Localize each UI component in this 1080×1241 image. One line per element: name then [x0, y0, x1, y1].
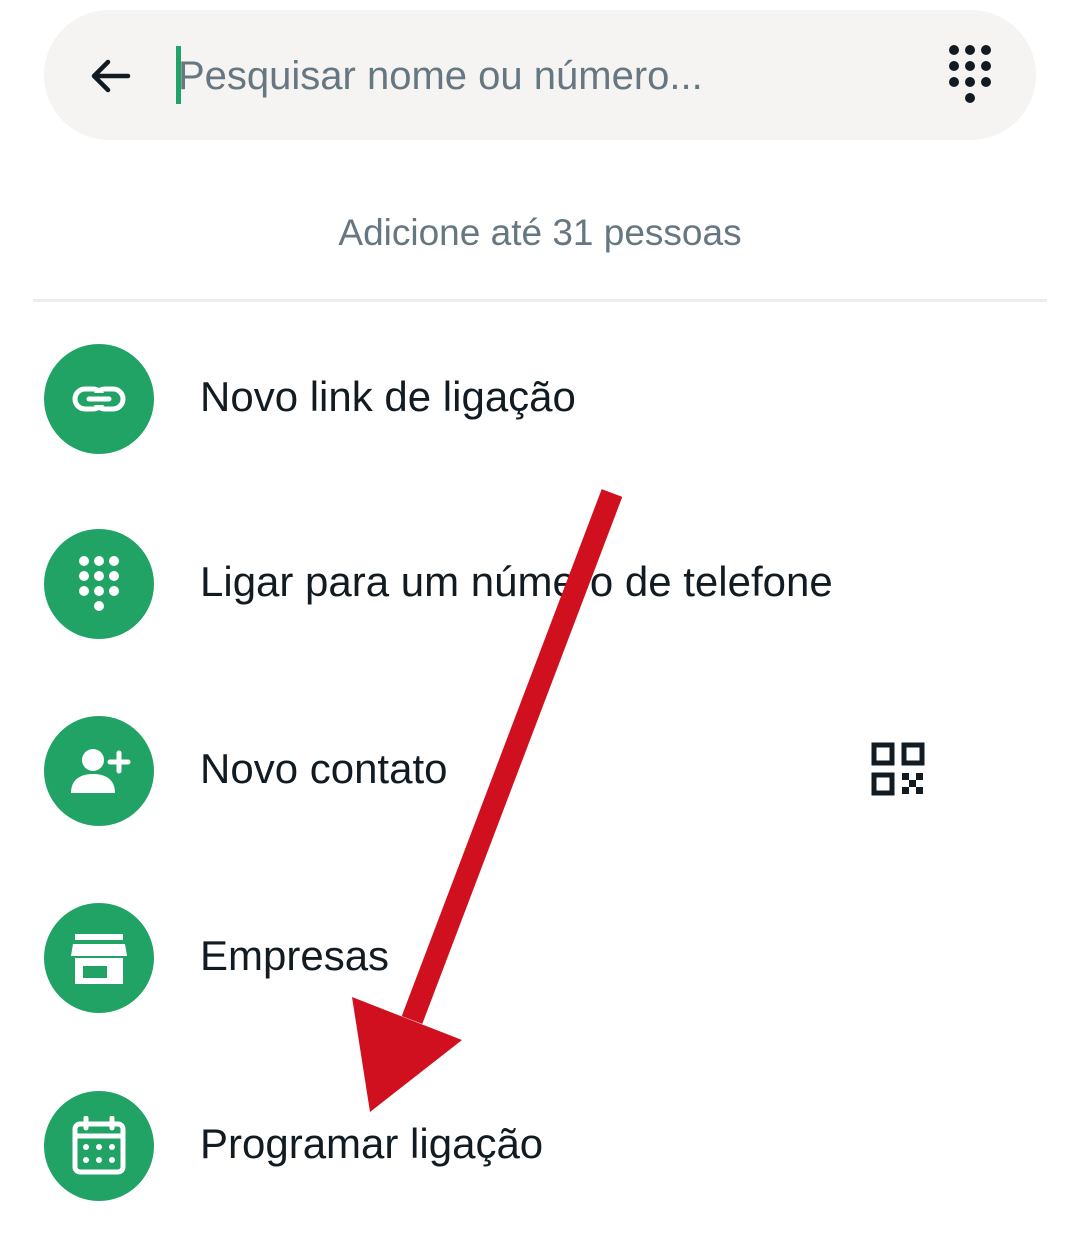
menu-item-label: Novo link de ligação	[200, 373, 576, 420]
menu-item-label: Novo contato	[200, 745, 448, 792]
menu-item-schedule-call[interactable]: Programar ligação	[0, 1066, 1080, 1226]
call-phone-number-avatar	[44, 529, 154, 639]
dialpad-button[interactable]	[940, 40, 1000, 110]
schedule-call-avatar	[44, 1091, 154, 1201]
link-icon	[72, 386, 126, 412]
dialpad-icon	[949, 45, 991, 103]
divider	[33, 299, 1047, 302]
participant-limit-hint: Adicione até 31 pessoas	[338, 212, 742, 253]
businesses-avatar	[44, 903, 154, 1013]
back-button[interactable]	[80, 46, 140, 106]
menu-item-label: Empresas	[200, 932, 390, 979]
search-input[interactable]	[178, 44, 898, 108]
new-contact-avatar	[44, 716, 154, 826]
person-add-icon	[71, 749, 131, 793]
menu-item-new-call-link[interactable]: Novo link de ligação	[0, 319, 1080, 479]
new-call-link-avatar	[44, 344, 154, 454]
back-arrow-icon	[91, 59, 131, 93]
calendar-icon	[72, 1116, 126, 1175]
dialpad-icon	[79, 556, 119, 611]
menu-item-businesses[interactable]: Empresas	[0, 878, 1080, 1038]
qr-code-icon	[871, 742, 925, 796]
menu-item-label: Programar ligação	[200, 1120, 544, 1167]
menu-item-call-phone-number[interactable]: Ligar para um número de telefone	[0, 504, 1080, 664]
storefront-icon	[71, 934, 127, 984]
menu-item-new-contact[interactable]: Novo contato	[0, 691, 1080, 851]
qr-code-button[interactable]	[868, 739, 928, 799]
menu-item-label: Ligar para um número de telefone	[200, 558, 833, 605]
